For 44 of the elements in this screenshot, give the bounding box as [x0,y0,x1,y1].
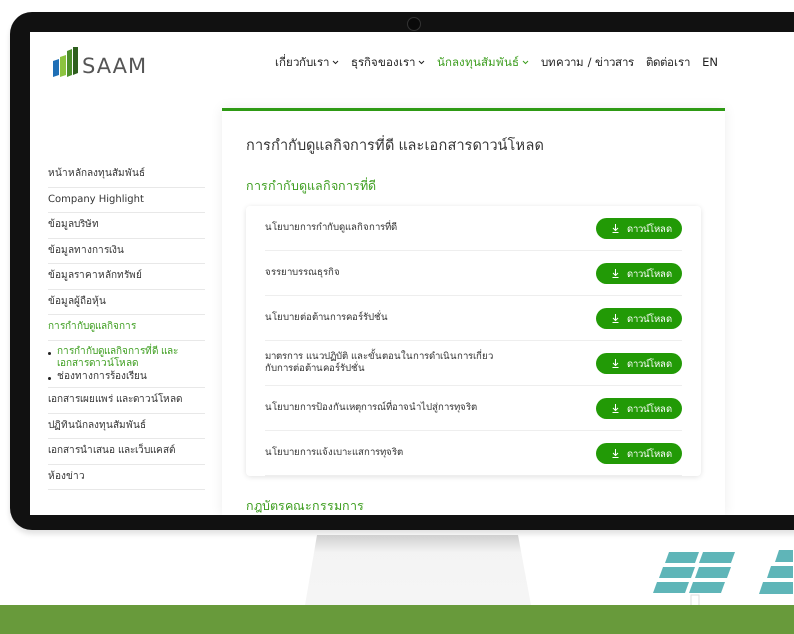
download-icon [612,448,619,458]
download-button[interactable]: ดาวน์โหลด [596,352,682,374]
download-icon [612,268,619,278]
sidebar-item[interactable]: Company Highlight [48,188,205,213]
nav-link[interactable]: นักลงทุนสัมพันธ์ [436,53,529,71]
nav-link[interactable]: EN [702,55,718,69]
sidebar-item[interactable]: ห้องข่าว [48,464,205,490]
sidebar-subitem[interactable]: ช่องทางการร้องเรียน [48,370,205,383]
sidebar-item[interactable]: หน้าหลักลงทุนสัมพันธ์ [48,162,205,188]
download-icon [612,314,619,322]
document-title: จรรยาบรรณธุรกิจ [265,267,341,279]
document-title: นโยบายการป้องกันเหตุการณ์ที่อาจนำไปสู่การทุจริต [265,402,478,414]
sidebar-item[interactable]: เอกสารเผยแพร่ และดาวน์โหลด [48,388,205,414]
sidebar-item[interactable]: ปฏิทินนักลงทุนสัมพันธ์ [48,414,205,439]
download-icon [612,224,619,232]
sidebar-item[interactable]: ข้อมูลราคาหลักทรัพย์ [48,264,205,290]
nav-link[interactable]: ธุรกิจของเรา [350,53,425,71]
nav-link[interactable]: ติดต่อเรา [646,53,690,71]
logo-text: SAAM [82,56,148,77]
nav-link[interactable]: เกี่ยวกับเรา [274,53,339,71]
logo-icon [53,47,79,77]
document-title: นโยบายการแจ้งเบาะแสการทุจริต [265,447,404,459]
download-button[interactable]: ดาวน์โหลด [596,442,682,464]
sidebar-item[interactable]: ข้อมูลผู้ถือหุ้น [48,290,205,315]
download-button[interactable]: ดาวน์โหลด [596,218,682,238]
sidebar-item[interactable]: ข้อมูลทางการเงิน [48,238,205,264]
section-heading: การกำกับดูแลกิจการที่ดี [246,176,377,196]
sidebar-item[interactable]: เอกสารนำเสนอ และเว็บแคสต์ [48,439,205,464]
nav-link[interactable]: บทความ / ข่าวสาร [540,53,634,71]
download-icon [612,358,619,368]
download-button[interactable]: ดาวน์โหลด [596,262,682,284]
section-heading: กฎบัตรคณะกรรมการ [246,497,365,515]
page-title: การกำกับดูแลกิจการที่ดี และเอกสารดาวน์โหลด [246,133,701,156]
bullet-icon [48,376,51,380]
download-button[interactable]: ดาวน์โหลด [596,308,682,328]
document-title: มาตรการ แนวปฏิบัติ และขั้นตอนในการดำเนินการเกี่ยวกับการต่อต้านคอร์รัปชั่น [265,351,495,375]
sidebar-subitem[interactable]: การกำกับดูแลกิจการที่ดี และเอกสารดาวน์โหลด [48,346,205,370]
download-icon [612,404,619,412]
document-title: นโยบายการกำกับดูแลกิจการที่ดี [265,222,398,234]
bullet-icon [48,352,51,354]
sidebar-item[interactable]: ข้อมูลบริษัท [48,213,205,238]
download-button[interactable]: ดาวน์โหลด [596,398,682,418]
document-title: นโยบายต่อต้านการคอร์รัปชั่น [265,312,389,324]
camera-icon [407,17,421,31]
